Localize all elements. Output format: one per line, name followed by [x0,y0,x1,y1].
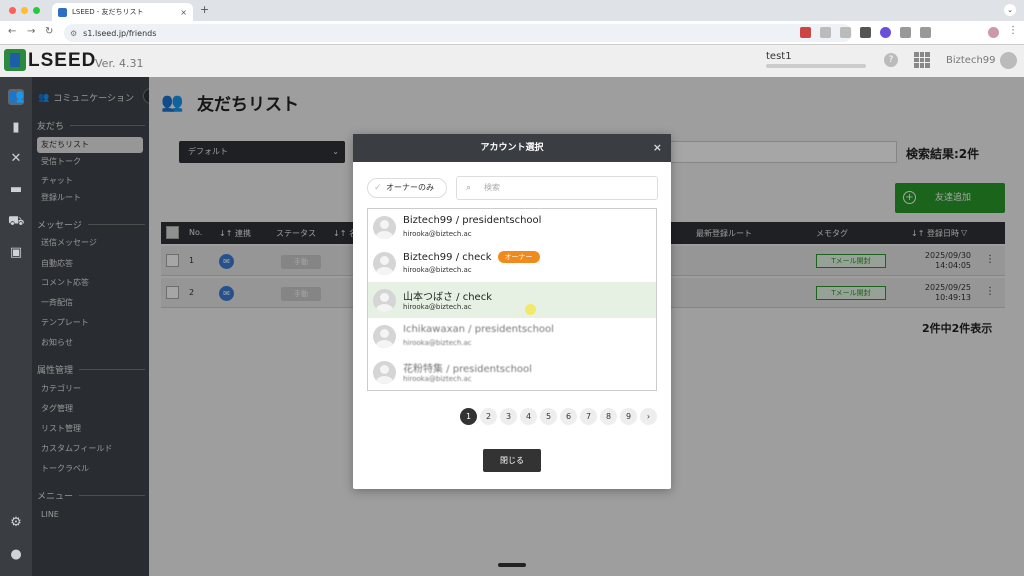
folder-nav-icon[interactable]: ▬ [8,182,24,198]
tab-close-icon[interactable]: × [180,8,187,17]
avatar [373,361,396,384]
browser-tab[interactable]: LSEED - 友だちリスト × [52,3,193,21]
modal-title: アカウント選択 [480,143,544,153]
pointer-cursor [525,304,536,315]
close-button[interactable]: 閉じる [483,449,541,472]
icon-strip: 👥 ▮ ✕ ▬ ⛟ ▣ ⚙ ● [0,77,32,576]
url-text: s1.lseed.jp/friends [83,28,157,38]
avatar [373,325,396,348]
back-icon[interactable]: ← [8,26,16,37]
profile-avatar[interactable] [988,27,999,38]
account-select-modal: アカウント選択 × ✓ オーナーのみ ⌕ 検索 Biztech99 / pres… [353,134,671,489]
cart-nav-icon[interactable]: ⛟ [8,214,24,230]
url-field[interactable]: ⚙ s1.lseed.jp/friends [64,24,852,42]
reload-icon[interactable]: ↻ [45,26,53,37]
avatar [373,289,396,312]
image-nav-icon[interactable]: ▣ [8,245,24,261]
owner-only-toggle[interactable]: ✓ オーナーのみ [367,178,447,198]
extension-icon[interactable] [880,27,891,38]
account-list: Biztech99 / presidentschool hirooka@bizt… [367,208,657,391]
account-usage-bar [766,64,866,68]
owner-badge: オーナー [497,251,540,263]
favicon-icon [58,7,67,17]
page-button[interactable]: 7 [580,408,597,425]
account-email: hirooka@biztech.ac [403,303,472,311]
modal-header: アカウント選択 × [353,134,671,162]
page-button[interactable]: 8 [600,408,617,425]
page-button[interactable]: 2 [480,408,497,425]
account-name: Biztech99 / check オーナー [403,251,540,263]
page-button[interactable]: 3 [500,408,517,425]
list-item[interactable]: Biztech99 / check オーナー hirooka@biztech.ac [368,245,656,281]
friends-nav-icon[interactable]: 👥 [8,89,24,105]
logo: LSEED [28,50,97,71]
user-avatar[interactable] [1000,52,1017,69]
account-name: 花粉特集 / presidentschool [403,364,532,375]
minimize-window-button[interactable] [21,7,28,14]
window-controls [9,7,40,14]
account-email: hirooka@biztech.ac [403,266,472,274]
screen-icon[interactable] [860,27,871,38]
check-icon: ✓ [374,183,382,193]
page-button[interactable]: 4 [520,408,537,425]
clipboard-icon[interactable] [840,27,851,38]
avatar [373,216,396,239]
close-window-button[interactable] [9,7,16,14]
avatar [373,252,396,275]
puzzle-icon[interactable] [900,27,911,38]
chart-nav-icon[interactable]: ▮ [8,120,24,136]
account-email: hirooka@biztech.ac [403,230,472,238]
site-settings-icon[interactable]: ⚙ [70,29,77,38]
browser-menu-icon[interactable]: ⋮ [1008,25,1018,36]
account-name: Ichikawaxan / presidentschool [403,324,554,335]
list-item[interactable]: 山本つばさ / check hirooka@biztech.ac [368,282,656,318]
page-button[interactable]: 5 [540,408,557,425]
app-header: LSEED Ver. 4.31 test1 ? Biztech99 [0,45,1024,77]
sidepanel-icon[interactable] [920,27,931,38]
browser-tabbar: LSEED - 友だちリスト × + ⌄ [0,0,1024,21]
page-button[interactable]: 6 [560,408,577,425]
extension-icon[interactable] [800,27,811,38]
close-icon[interactable]: × [653,134,662,162]
search-icon: ⌕ [466,183,472,193]
account-search-input[interactable]: ⌕ 検索 [456,176,658,200]
apps-grid-icon[interactable] [914,52,930,68]
list-item[interactable]: Ichikawaxan / presidentschool hirooka@bi… [368,318,656,354]
account-name: 山本つばさ / check [403,292,493,303]
account-nav-icon[interactable]: ● [8,547,24,563]
page-button[interactable]: 1 [460,408,477,425]
account-email: hirooka@biztech.ac [403,375,472,383]
camera-icon[interactable] [820,27,831,38]
new-tab-button[interactable]: + [200,3,209,16]
home-indicator [498,563,526,567]
settings-nav-icon[interactable]: ⚙ [8,515,24,531]
tab-title: LSEED - 友だちリスト [72,8,144,16]
version-label: Ver. 4.31 [95,57,144,70]
next-page-icon[interactable]: › [640,408,657,425]
list-item[interactable]: 花粉特集 / presidentschool hirooka@biztech.a… [368,354,656,390]
forward-icon[interactable]: → [27,26,35,37]
tab-list-chevron-icon[interactable]: ⌄ [1004,4,1016,16]
maximize-window-button[interactable] [33,7,40,14]
pagination: 1 2 3 4 5 6 7 8 9 › [460,408,657,425]
account-name: test1 [766,51,792,62]
tools-nav-icon[interactable]: ✕ [8,151,24,167]
list-item[interactable]: Biztech99 / presidentschool hirooka@bizt… [368,209,656,245]
logo-icon [4,49,26,71]
user-name[interactable]: Biztech99 [946,55,996,66]
extension-icons [800,27,931,38]
address-bar: ← → ↻ ⚙ s1.lseed.jp/friends ⋮ [0,21,1024,45]
account-name: Biztech99 / presidentschool [403,215,542,226]
account-email: hirooka@biztech.ac [403,339,472,347]
help-icon[interactable]: ? [884,53,898,67]
page-button[interactable]: 9 [620,408,637,425]
